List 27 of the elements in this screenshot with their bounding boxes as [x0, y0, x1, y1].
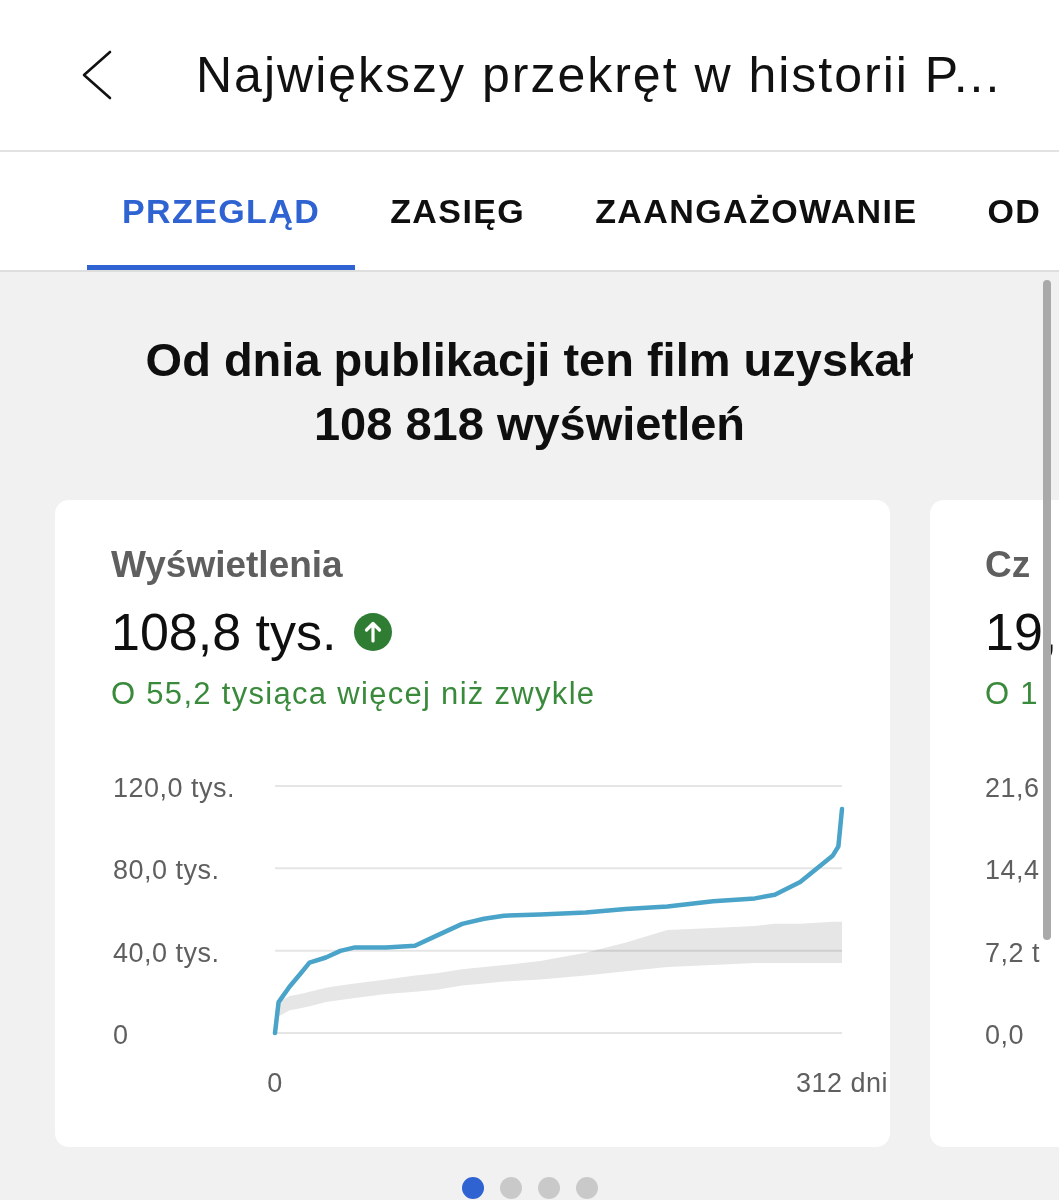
comparison-text: O 55,2 tysiąca więcej niż zwykle [111, 676, 597, 712]
metric-title: Wyświetlenia [111, 544, 344, 586]
back-icon[interactable] [81, 50, 112, 100]
axis-label: 14,4 [985, 855, 1041, 886]
axis-label: 0,0 [985, 1019, 1026, 1050]
page-dot-icon[interactable] [537, 1177, 560, 1199]
page-title: Największy przekręt w historii P... [196, 46, 1002, 105]
summary-heading: Od dnia publikacji ten film uzyskał 108 818 wyświetleń [144, 332, 915, 452]
tab[interactable]: PRZEGLĄD [87, 152, 356, 270]
tab[interactable]: OD [952, 152, 1059, 270]
metric-value: 108,8 tys. [111, 602, 337, 662]
page-dot-icon[interactable] [499, 1177, 522, 1199]
tab[interactable]: ZASIĘG [355, 152, 561, 270]
tab[interactable]: ZAANGAŻOWANIE [560, 152, 953, 270]
metric-title: Cz [985, 544, 1032, 586]
comparison-text: O 1 [985, 676, 1040, 712]
y-axis-label: 40,0 tys. [113, 937, 220, 968]
x-axis-label: 312 dni [795, 1068, 889, 1098]
page-dot-icon[interactable] [575, 1177, 598, 1199]
y-axis-label: 0 [113, 1020, 129, 1050]
axis-label: 21,6 [985, 773, 1041, 803]
metric-value: 19, [985, 602, 1058, 662]
y-axis-label: 120,0 tys. [113, 773, 236, 803]
axis-label: 7,2 t [985, 937, 1042, 968]
page-dot-icon[interactable] [461, 1177, 484, 1199]
y-axis-label: 80,0 tys. [113, 855, 220, 886]
x-axis-label: 0 [267, 1068, 283, 1098]
